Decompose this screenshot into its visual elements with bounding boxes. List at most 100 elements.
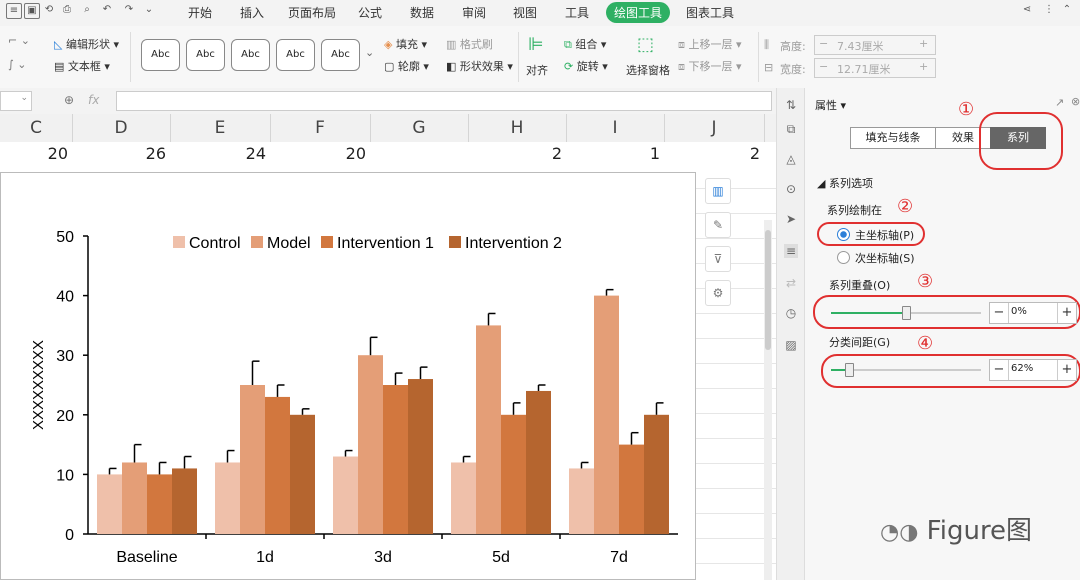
image-icon[interactable]: ▨: [784, 338, 798, 352]
width-increment-button[interactable]: +: [919, 60, 928, 73]
menu-review[interactable]: 审阅: [462, 4, 486, 21]
edit-shape-button[interactable]: ◺ 编辑形状 ▾: [54, 36, 119, 52]
cell-f[interactable]: 20: [270, 144, 366, 163]
shape-style-5[interactable]: Abc: [321, 39, 360, 71]
column-header-f[interactable]: F: [270, 114, 371, 142]
group-button[interactable]: ⧉ 组合 ▾: [564, 36, 606, 52]
width-input[interactable]: − 12.71厘米 +: [814, 58, 936, 78]
secondary-axis-label[interactable]: 次坐标轴(S): [855, 250, 915, 266]
outline-button[interactable]: ▢ 轮廓 ▾: [384, 58, 429, 74]
menu-home[interactable]: 开始: [188, 4, 212, 21]
column-header-g[interactable]: G: [370, 114, 469, 142]
chart-area[interactable]: 0 10 20 30 40 50 XXXXXXXXX Baseline 1d 3d 5d 7d Cont…: [0, 172, 696, 580]
chart-elements-icon[interactable]: ▥: [705, 178, 731, 204]
shape-style-3[interactable]: Abc: [231, 39, 270, 71]
save-icon[interactable]: ▣: [24, 3, 40, 19]
menu-insert[interactable]: 插入: [240, 4, 264, 21]
menu-formulas[interactable]: 公式: [358, 4, 382, 21]
freeform-icon[interactable]: ∫ ⌄: [8, 58, 26, 71]
textbox-button[interactable]: ▤ 文本框 ▾: [54, 58, 110, 74]
effects-icon[interactable]: ◬: [784, 152, 798, 166]
name-box[interactable]: ⌄: [0, 91, 32, 111]
secondary-axis-radio[interactable]: [837, 251, 850, 264]
print-icon[interactable]: ⎙: [60, 3, 74, 17]
share-icon[interactable]: ⋖: [1020, 3, 1034, 17]
gap-width-value[interactable]: 62%: [1011, 363, 1033, 374]
overlap-value[interactable]: 0%: [1011, 306, 1027, 317]
menu-view[interactable]: 视图: [513, 4, 537, 21]
shape-style-1[interactable]: Abc: [141, 39, 180, 71]
chart-filter-icon[interactable]: ⊽: [705, 246, 731, 272]
menu-tools[interactable]: 工具: [565, 4, 589, 21]
style-gallery-expand-icon[interactable]: ⌄: [365, 46, 374, 59]
zoom-search-icon[interactable]: ⊕: [64, 93, 74, 107]
section-series-options[interactable]: ◢ 系列选项: [817, 175, 873, 191]
panel-title[interactable]: 属性 ▾: [815, 97, 846, 113]
more-icon[interactable]: ⋮: [1042, 3, 1056, 17]
column-header-i[interactable]: I: [566, 114, 665, 142]
send-backward-button[interactable]: ⧈ 下移一层 ▾: [678, 58, 742, 74]
overlap-decrement-button[interactable]: −: [990, 303, 1009, 323]
tab-fill-line[interactable]: 填充与线条: [850, 127, 936, 149]
gap-increment-button[interactable]: +: [1057, 360, 1076, 380]
chart-style-brush-icon[interactable]: ✎: [705, 212, 731, 238]
chart-settings-icon[interactable]: ⚙: [705, 280, 731, 306]
gap-width-slider-thumb[interactable]: [845, 363, 854, 377]
close-panel-icon[interactable]: ⊗: [1071, 95, 1080, 108]
quick-access-chevron-icon[interactable]: ⌄: [142, 3, 156, 17]
column-header-j[interactable]: J: [664, 114, 765, 142]
rotate-button[interactable]: ⟳ 旋转 ▾: [564, 58, 608, 74]
cell-e[interactable]: 24: [170, 144, 266, 163]
width-decrement-button[interactable]: −: [819, 60, 828, 73]
primary-axis-label[interactable]: 主坐标轴(P): [855, 227, 914, 243]
shape-style-4[interactable]: Abc: [276, 39, 315, 71]
fill-button[interactable]: ◈ 填充 ▾: [384, 36, 427, 52]
bring-forward-button[interactable]: ⧈ 上移一层 ▾: [678, 36, 742, 52]
menu-drawing-tools[interactable]: 绘图工具: [606, 2, 671, 23]
collapse-arrows-icon[interactable]: ⇅: [784, 98, 798, 112]
cell-d[interactable]: 26: [72, 144, 166, 163]
gap-width-stepper[interactable]: − 62% +: [989, 359, 1077, 381]
height-input[interactable]: − 7.43厘米 +: [814, 35, 936, 55]
vertical-scrollbar[interactable]: [764, 220, 772, 580]
cell-h[interactable]: 2: [468, 144, 562, 163]
shape-effect-button[interactable]: ◧ 形状效果 ▾: [446, 58, 513, 74]
column-header-h[interactable]: H: [468, 114, 567, 142]
sync-icon[interactable]: ⟲: [42, 3, 56, 17]
menu-data[interactable]: 数据: [410, 4, 434, 21]
redo-icon[interactable]: ↷: [122, 3, 136, 17]
navigate-down-icon[interactable]: ⊙: [784, 182, 798, 196]
height-increment-button[interactable]: +: [919, 37, 928, 50]
history-icon[interactable]: ◷: [784, 306, 798, 320]
overlap-slider-thumb[interactable]: [902, 306, 911, 320]
align-icon[interactable]: ⊫: [528, 34, 544, 55]
height-decrement-button[interactable]: −: [819, 37, 828, 50]
collapse-ribbon-icon[interactable]: ⌃: [1060, 3, 1074, 17]
connector-icon[interactable]: ⌐ ⌄: [8, 34, 30, 47]
gap-decrement-button[interactable]: −: [990, 360, 1009, 380]
column-header-c[interactable]: C: [0, 114, 73, 142]
print-preview-icon[interactable]: ⌕: [80, 3, 94, 17]
primary-axis-radio[interactable]: [837, 228, 850, 241]
cell-i[interactable]: 1: [566, 144, 660, 163]
select-pane-icon[interactable]: ⬚: [637, 34, 654, 55]
expand-panel-icon[interactable]: ↗: [1055, 96, 1064, 109]
shape-style-2[interactable]: Abc: [186, 39, 225, 71]
menu-chart-tools[interactable]: 图表工具: [686, 4, 734, 21]
formula-input[interactable]: [116, 91, 772, 111]
overlap-increment-button[interactable]: +: [1057, 303, 1076, 323]
transfer-icon[interactable]: ⇄: [784, 276, 798, 290]
fx-label[interactable]: fx: [88, 93, 99, 107]
overlap-stepper[interactable]: − 0% +: [989, 302, 1077, 324]
app-menu-icon[interactable]: ≡: [6, 3, 22, 19]
undo-icon[interactable]: ↶: [100, 3, 114, 17]
align-button[interactable]: 对齐: [526, 62, 548, 78]
select-pane-button[interactable]: 选择窗格: [626, 62, 670, 78]
format-brush-button[interactable]: ▥ 格式刷: [446, 36, 493, 52]
cell-c[interactable]: 20: [0, 144, 68, 163]
cell-j[interactable]: 2: [664, 144, 760, 163]
column-header-e[interactable]: E: [170, 114, 271, 142]
shapes-icon[interactable]: ⧉: [784, 122, 798, 136]
pointer-icon[interactable]: ➤: [784, 212, 798, 226]
scrollbar-thumb[interactable]: [765, 230, 771, 350]
